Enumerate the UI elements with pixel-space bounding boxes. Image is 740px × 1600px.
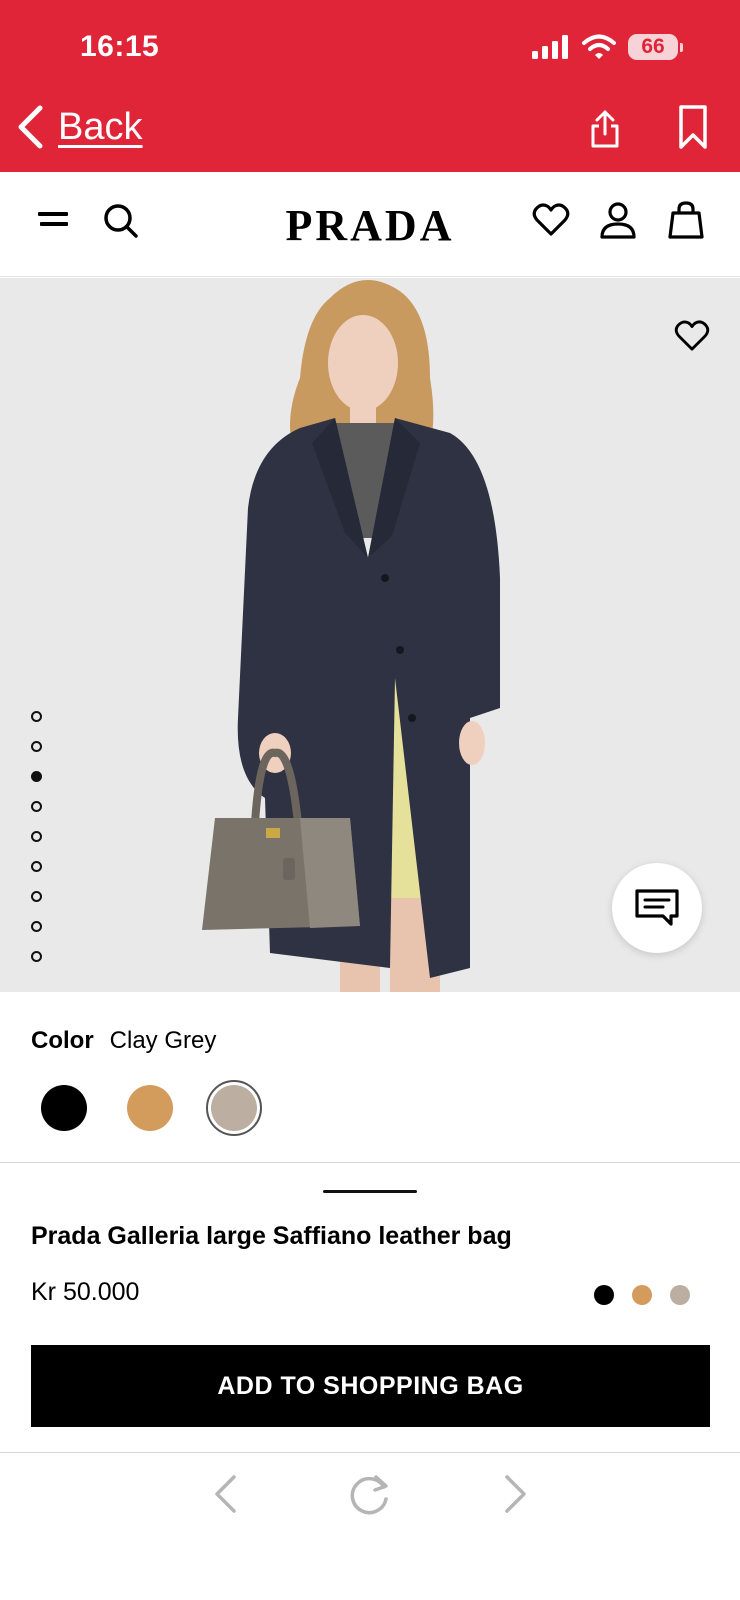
- chevron-right-icon: [505, 1475, 526, 1513]
- gallery-dot[interactable]: [31, 771, 42, 782]
- search-button[interactable]: [102, 202, 140, 245]
- wishlist-button[interactable]: [532, 203, 570, 242]
- gallery-dot[interactable]: [31, 741, 42, 752]
- product-image-gallery[interactable]: [0, 278, 740, 992]
- browser-top-bar: 16:15 66 Back: [0, 0, 740, 172]
- color-selector-label: Color Clay Grey: [31, 1027, 216, 1055]
- browser-forward-button[interactable]: [503, 1473, 529, 1520]
- gallery-dot[interactable]: [31, 951, 42, 962]
- mini-swatch-caramel[interactable]: [632, 1285, 652, 1305]
- gallery-dot[interactable]: [31, 891, 42, 902]
- search-icon: [104, 204, 138, 238]
- signal-icon: [532, 35, 568, 59]
- status-time: 16:15: [80, 30, 160, 63]
- color-swatch-fill: [127, 1085, 173, 1131]
- chat-icon: [635, 889, 679, 926]
- chevron-left-icon: [18, 105, 43, 149]
- wifi-icon: [582, 34, 616, 59]
- color-swatch-clay-grey[interactable]: [206, 1080, 262, 1136]
- brand-logo[interactable]: PRADA: [270, 200, 470, 251]
- share-icon: [591, 110, 619, 148]
- gallery-dot[interactable]: [31, 831, 42, 842]
- shopping-bag-button[interactable]: [668, 200, 704, 245]
- product-name: Prada Galleria large Saffiano leather ba…: [31, 1222, 512, 1250]
- sheet-handle[interactable]: [323, 1190, 417, 1193]
- color-value: Clay Grey: [109, 1027, 217, 1054]
- share-button[interactable]: [590, 110, 620, 153]
- add-to-shopping-bag-button[interactable]: ADD TO SHOPPING BAG: [31, 1345, 710, 1427]
- account-button[interactable]: [600, 201, 636, 244]
- reload-icon: [350, 1475, 388, 1515]
- section-divider: [0, 1162, 740, 1163]
- color-label: Color: [31, 1027, 94, 1054]
- color-swatch-fill: [41, 1085, 87, 1131]
- color-swatch-fill: [211, 1085, 257, 1131]
- site-header: PRADA: [0, 172, 740, 277]
- color-swatch-caramel[interactable]: [122, 1080, 178, 1136]
- add-to-wishlist-button[interactable]: [674, 320, 710, 357]
- mini-swatch-black[interactable]: [594, 1285, 614, 1305]
- gallery-pagination: [31, 711, 42, 962]
- back-button[interactable]: Back: [16, 104, 142, 150]
- back-label: Back: [58, 105, 143, 148]
- color-swatches: [36, 1080, 262, 1136]
- bookmark-button[interactable]: [678, 104, 708, 155]
- reload-button[interactable]: [348, 1471, 392, 1522]
- gallery-dot[interactable]: [31, 861, 42, 872]
- mini-swatch-clay-grey[interactable]: [670, 1285, 690, 1305]
- bookmark-icon: [679, 105, 707, 149]
- heart-icon: [532, 203, 570, 236]
- gallery-dot[interactable]: [31, 801, 42, 812]
- browser-nav-bar: [0, 1453, 740, 1600]
- gallery-dot[interactable]: [31, 921, 42, 932]
- heart-icon: [674, 320, 710, 351]
- mini-color-swatches: [594, 1285, 690, 1305]
- chat-button[interactable]: [612, 863, 702, 953]
- menu-icon: [38, 212, 68, 226]
- chevron-left-icon: [215, 1475, 236, 1513]
- status-icons: 66: [532, 34, 683, 60]
- color-swatch-black[interactable]: [36, 1080, 92, 1136]
- user-icon: [600, 202, 636, 239]
- battery-indicator: 66: [628, 34, 683, 60]
- product-price: Kr 50.000: [31, 1278, 140, 1306]
- browser-back-button[interactable]: [212, 1473, 238, 1520]
- gallery-dot[interactable]: [31, 711, 42, 722]
- menu-button[interactable]: [36, 208, 70, 235]
- shopping-bag-icon: [668, 201, 704, 239]
